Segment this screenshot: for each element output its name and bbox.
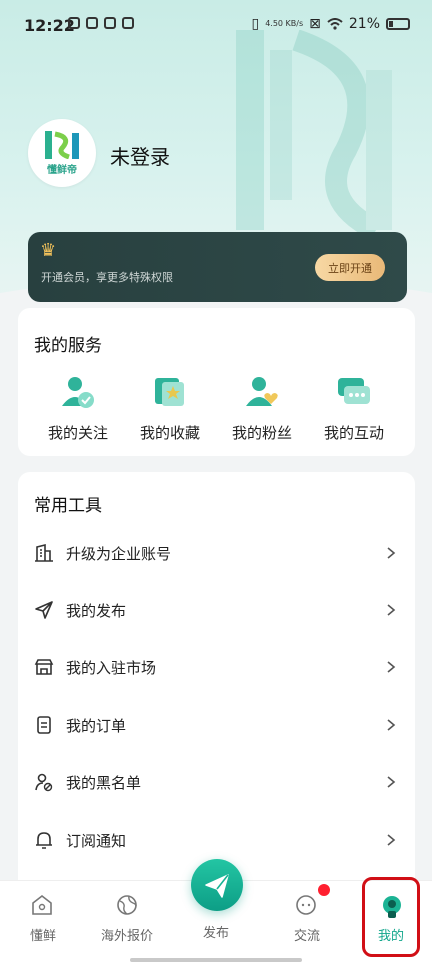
service-favorites[interactable]: 我的收藏: [130, 374, 210, 443]
vip-banner[interactable]: ♛ 开通会员，享更多特殊权限 立即开通: [28, 232, 407, 302]
tool-my-orders-label: 我的订单: [66, 716, 127, 735]
service-fans-label: 我的粉丝: [231, 424, 292, 442]
user-check-icon: [62, 377, 94, 408]
chevron-right-icon: [387, 776, 396, 788]
login-status[interactable]: 未登录: [110, 141, 170, 170]
building-icon: [35, 543, 53, 562]
bell-icon: [36, 832, 52, 849]
tab-communicate[interactable]: 交流: [264, 881, 350, 964]
wifi-icon: [327, 18, 343, 30]
tab-overseas-quote-label: 海外报价: [100, 929, 153, 944]
star-bookmark-icon: [155, 378, 184, 406]
brand-watermark-icon: [236, 30, 392, 240]
brand-logo-text: 懂鲜帝: [47, 164, 77, 176]
service-favorites-label: 我的收藏: [139, 424, 200, 442]
chat-bubbles-icon: [338, 378, 370, 404]
tool-upgrade-enterprise[interactable]: 升级为企业账号: [18, 525, 415, 581]
tool-my-posts[interactable]: 我的发布: [18, 582, 415, 638]
avatar[interactable]: 懂鲜帝: [28, 119, 96, 187]
send-icon: [35, 601, 53, 619]
service-interaction-label: 我的互动: [323, 424, 384, 442]
sim-icon: ⊠: [309, 16, 321, 32]
vibrate-icon: ▯: [251, 16, 260, 32]
battery-percent: 21%: [348, 16, 380, 32]
tool-upgrade-enterprise-label: 升级为企业账号: [66, 544, 172, 563]
tab-communicate-label: 交流: [293, 929, 320, 944]
wechat-icon: [104, 17, 116, 29]
chevron-right-icon: [387, 834, 396, 846]
tool-my-orders[interactable]: 我的订单: [18, 697, 415, 753]
tool-market-entry[interactable]: 我的入驻市场: [18, 639, 415, 695]
chevron-right-icon: [387, 604, 396, 616]
home-icon: [32, 894, 52, 915]
user-heart-icon: [246, 377, 278, 406]
services-card: 我的服务 我的关注 我的收藏 我的粉丝 我的互动: [18, 308, 415, 456]
tool-blacklist[interactable]: 我的黑名单: [18, 754, 415, 810]
unread-badge: [318, 884, 330, 896]
network-speed: 4.50 KB/s: [265, 19, 304, 28]
tools-card: 常用工具 升级为企业账号 我的发布 我的入驻市场 我的订单 我的黑名单 订阅通知: [18, 472, 415, 892]
paper-plane-icon: [205, 874, 229, 898]
vip-description: 开通会员，享更多特殊权限: [41, 271, 173, 284]
user-block-icon: [35, 773, 53, 792]
service-follow[interactable]: 我的关注: [38, 374, 118, 443]
chevron-right-icon: [387, 719, 396, 731]
tools-title: 常用工具: [34, 496, 102, 516]
chevron-right-icon: [387, 661, 396, 673]
message-icon: [296, 895, 316, 915]
store-icon: [34, 659, 54, 675]
home-indicator[interactable]: [130, 958, 302, 962]
tab-publish-label: 发布: [202, 926, 229, 941]
notification-icon: [86, 17, 98, 29]
active-tab-highlight: [362, 877, 420, 957]
status-bar: 12:22 ▯ 4.50 KB/s ⊠ 21%: [0, 0, 432, 52]
tool-my-posts-label: 我的发布: [66, 601, 127, 620]
app-icon: [122, 17, 134, 29]
battery-icon: [386, 18, 410, 30]
tab-overseas-quote[interactable]: 海外报价: [84, 881, 170, 964]
brand-logo-icon: [45, 130, 79, 159]
service-fans[interactable]: 我的粉丝: [222, 374, 302, 443]
activate-vip-button[interactable]: 立即开通: [315, 254, 385, 281]
publish-button[interactable]: [191, 859, 243, 911]
crown-icon: ♛: [40, 240, 57, 261]
service-follow-label: 我的关注: [47, 424, 108, 442]
tool-subscription-notice-label: 订阅通知: [66, 831, 127, 850]
services-title: 我的服务: [34, 336, 102, 356]
tab-dongxian[interactable]: 懂鲜: [0, 881, 86, 964]
tool-market-entry-label: 我的入驻市场: [66, 658, 157, 677]
document-icon: [37, 716, 51, 734]
tab-dongxian-label: 懂鲜: [29, 929, 56, 944]
notification-icon: [68, 17, 80, 29]
tool-blacklist-label: 我的黑名单: [66, 773, 142, 792]
globe-icon: [117, 895, 137, 915]
chevron-right-icon: [387, 547, 396, 559]
service-interaction[interactable]: 我的互动: [314, 374, 394, 443]
